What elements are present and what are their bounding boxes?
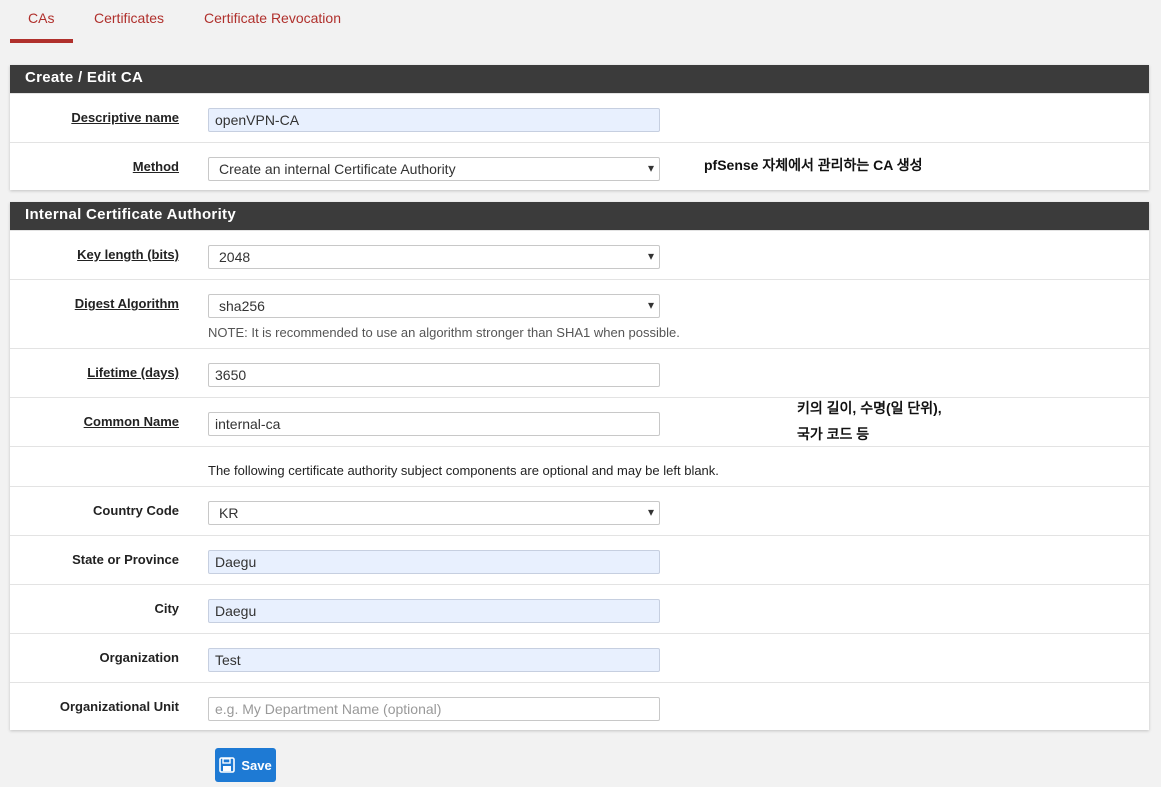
method-label: Method (132, 159, 179, 174)
key-length-label: Key length (bits) (77, 247, 179, 262)
city-label: City (154, 601, 179, 616)
org-unit-label: Organizational Unit (59, 699, 179, 714)
country-select[interactable]: KR (208, 501, 660, 525)
save-button[interactable]: Save (215, 748, 276, 782)
common-name-input[interactable]: internal-ca (208, 412, 660, 436)
save-label: Save (241, 757, 272, 773)
country-row: Country Code KR (10, 486, 1149, 535)
organization-label: Organization (99, 650, 179, 665)
floppy-disk-icon (219, 757, 236, 773)
city-row: City Daegu (10, 584, 1149, 633)
key-annotation-line1: 키의 길이, 수명(일 단위), (797, 400, 942, 416)
key-length-select[interactable]: 2048 (208, 245, 660, 269)
descriptive-name-input[interactable]: openVPN-CA (208, 108, 660, 132)
digest-select[interactable]: sha256 (208, 294, 660, 318)
panel-title: Create / Edit CA (10, 65, 1149, 93)
key-length-row: Key length (bits) 2048 (10, 230, 1149, 279)
org-unit-input[interactable]: e.g. My Department Name (optional) (208, 697, 660, 721)
method-row: Method Create an internal Certificate Au… (10, 142, 1149, 190)
lifetime-input[interactable]: 3650 (208, 363, 660, 387)
common-name-row: Common Name internal-ca (10, 397, 1149, 446)
digest-note: NOTE: It is recommended to use an algori… (208, 325, 680, 340)
create-edit-ca-panel: Create / Edit CA Descriptive name openVP… (10, 65, 1149, 190)
method-annotation: pfSense 자체에서 관리하는 CA 생성 (704, 157, 923, 173)
state-row: State or Province Daegu (10, 535, 1149, 584)
method-select[interactable]: Create an internal Certificate Authority (208, 157, 660, 181)
tab-certificates[interactable]: Certificates (73, 0, 184, 43)
organization-input[interactable]: Test (208, 648, 660, 672)
city-input[interactable]: Daegu (208, 599, 660, 623)
key-annotation-line2: 국가 코드 등 (797, 426, 870, 442)
organization-row: Organization Test (10, 633, 1149, 682)
descriptive-name-label: Descriptive name (71, 110, 179, 125)
digest-row: Digest Algorithm sha256 NOTE: It is reco… (10, 279, 1149, 348)
panel-title: Internal Certificate Authority (10, 202, 1149, 230)
country-label: Country Code (93, 503, 179, 518)
lifetime-row: Lifetime (days) 3650 (10, 348, 1149, 397)
tab-cas[interactable]: CAs (10, 0, 73, 43)
optional-info-text: The following certificate authority subj… (208, 463, 719, 478)
digest-label: Digest Algorithm (74, 296, 179, 311)
optional-info-row: The following certificate authority subj… (10, 446, 1149, 486)
state-input[interactable]: Daegu (208, 550, 660, 574)
org-unit-row: Organizational Unit e.g. My Department N… (10, 682, 1149, 731)
key-annotation: 키의 길이, 수명(일 단위), 국가 코드 등 (797, 395, 942, 447)
internal-ca-panel: Internal Certificate Authority Key lengt… (10, 202, 1149, 730)
common-name-label: Common Name (83, 414, 179, 429)
descriptive-name-row: Descriptive name openVPN-CA (10, 93, 1149, 142)
tab-bar: CAs Certificates Certificate Revocation (10, 0, 361, 44)
lifetime-label: Lifetime (days) (87, 365, 179, 380)
tab-certificate-revocation[interactable]: Certificate Revocation (184, 0, 361, 43)
state-label: State or Province (72, 552, 179, 567)
